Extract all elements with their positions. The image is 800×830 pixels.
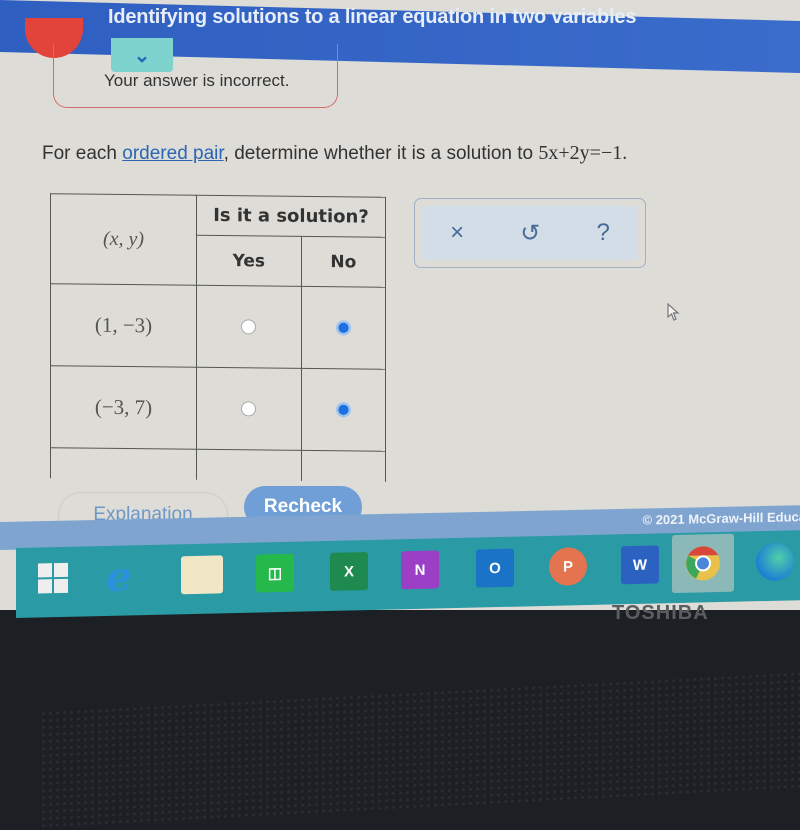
answer-table: (x, y) Is it a solution? Yes No (1, −3) … [50, 193, 386, 482]
page-title: Identifying solutions to a linear equati… [108, 6, 637, 28]
clear-icon[interactable]: × [450, 219, 464, 247]
column-header-solution: Is it a solution? [196, 195, 386, 238]
table-row: (−3, 7) [50, 365, 386, 452]
word-icon[interactable]: W [621, 545, 659, 585]
column-header-pair: (x, y) [50, 193, 197, 286]
column-header-yes: Yes [196, 235, 302, 287]
ordered-pair: (−3, 7) [50, 365, 197, 450]
windows-start-icon[interactable] [34, 559, 72, 598]
edge-icon[interactable] [756, 542, 794, 582]
excel-icon[interactable]: X [330, 552, 368, 591]
browser-screen: Identifying solutions to a linear equati… [0, 0, 800, 610]
prompt-text: For each [42, 143, 123, 164]
mouse-cursor-icon [667, 303, 680, 321]
copyright-text: © 2021 McGraw-Hill Educa [642, 509, 800, 528]
chrome-icon[interactable] [672, 533, 734, 594]
undo-icon[interactable]: ↺ [520, 219, 540, 248]
prompt-text-2: , determine whether it is a solution to [223, 143, 539, 164]
ordered-pair-link[interactable]: ordered pair [122, 143, 223, 164]
question-prompt: For each ordered pair, determine whether… [42, 142, 627, 165]
internet-explorer-icon[interactable]: e [100, 553, 138, 601]
ordered-pair: (1, −3) [50, 283, 197, 368]
table-row: (1, −3) [50, 283, 386, 370]
column-header-no: No [301, 236, 386, 288]
device-brand: TOSHIBA [612, 602, 709, 624]
expand-feedback-button[interactable]: ⌄ [111, 38, 173, 72]
onenote-icon[interactable]: N [401, 550, 439, 590]
table-row [50, 447, 386, 482]
file-explorer-icon[interactable] [181, 555, 223, 595]
speaker-grille [40, 669, 800, 830]
no-radio[interactable] [335, 319, 351, 336]
powerpoint-icon[interactable]: P [549, 547, 587, 586]
microsoft-store-icon[interactable]: ◫ [256, 553, 294, 593]
help-icon[interactable]: ? [597, 219, 610, 247]
feedback-message: Your answer is incorrect. [104, 71, 290, 90]
yes-radio[interactable] [241, 401, 257, 417]
no-radio[interactable] [335, 401, 351, 418]
outlook-icon[interactable]: O [476, 548, 514, 588]
equation: 5x+2y=−1. [538, 142, 628, 164]
chevron-down-icon: ⌄ [133, 44, 151, 67]
answer-tools: × ↺ ? [414, 198, 646, 268]
yes-radio[interactable] [241, 319, 257, 335]
